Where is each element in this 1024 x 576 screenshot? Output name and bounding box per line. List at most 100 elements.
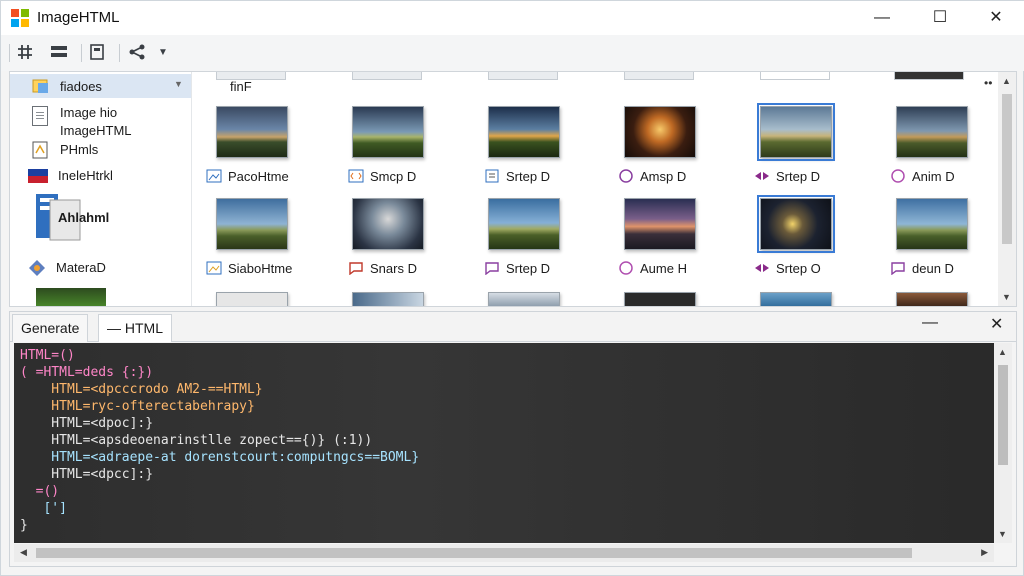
toolbar: ▼ <box>1 35 1024 71</box>
code-line: ( =HTML=deds {:}) <box>20 365 154 380</box>
thumbnail-caption[interactable]: PacoHtme <box>206 168 289 186</box>
chat-icon <box>349 262 363 275</box>
image-thumbnail[interactable] <box>624 292 696 306</box>
more-icon[interactable]: •• <box>984 76 992 90</box>
image-thumbnail[interactable] <box>896 292 968 306</box>
partial-thumbnail <box>488 72 558 80</box>
thumbnail-caption[interactable]: Srtep D <box>754 168 820 186</box>
scroll-up-icon[interactable]: ▲ <box>1002 76 1011 86</box>
code-line: HTML=ryc-ofterectabehrapy} <box>20 399 255 414</box>
scrollbar-thumb[interactable] <box>1002 94 1012 244</box>
code-icon <box>348 169 364 183</box>
thumbnail-caption[interactable]: Anim D <box>890 168 955 186</box>
thumbnail-caption[interactable]: Srtep D <box>484 168 550 186</box>
image-icon <box>206 261 222 275</box>
tree-item-imagehtml[interactable]: ImageHTML <box>10 122 191 140</box>
heart-icon <box>619 261 633 275</box>
horizontal-scrollbar[interactable]: ◀ ▶ <box>14 544 994 562</box>
folder-tree: fiadoes ▼ Image hio ImageHTML PHmls Inel… <box>10 72 192 306</box>
heart-icon <box>619 169 633 183</box>
image-thumbnail[interactable] <box>488 292 560 306</box>
grid-icon[interactable] <box>15 42 39 64</box>
image-thumbnail[interactable] <box>352 106 424 158</box>
app-window: ImageHTML — ☐ ✕ ▼ fiadoes ▼ Image hio Im… <box>0 0 1024 576</box>
tree-item-phmls[interactable]: PHmls <box>10 140 191 160</box>
panel-tabs: Generate — HTML — ✕ <box>10 312 1016 342</box>
image-thumbnail[interactable] <box>488 198 560 250</box>
output-panel: Generate — HTML — ✕ HTML=() ( =HTML=deds… <box>9 311 1017 567</box>
thumbnail-caption[interactable]: deun D <box>890 260 954 278</box>
thumbnail-grid: finF •• PacoHtme Smcp D Srtep D Amsp D S… <box>194 72 998 306</box>
thumbnail-caption[interactable]: Aume H <box>618 260 687 278</box>
minimize-button[interactable]: — <box>853 1 911 35</box>
tree-item-ahlahml[interactable]: Ahlahml <box>10 192 191 244</box>
page-icon[interactable] <box>87 42 111 64</box>
bow-icon <box>755 172 769 180</box>
tree-item-fiadoes[interactable]: fiadoes ▼ <box>10 74 191 98</box>
list-icon[interactable] <box>49 42 73 64</box>
maximize-button[interactable]: ☐ <box>911 1 969 35</box>
thumbnail-caption[interactable]: Amsp D <box>618 168 686 186</box>
title-bar: ImageHTML — ☐ ✕ <box>1 1 1024 35</box>
chat-icon <box>485 262 499 275</box>
image-thumbnail[interactable] <box>352 292 424 306</box>
window-title: ImageHTML <box>37 9 120 26</box>
chevron-down-icon: ▼ <box>174 79 183 89</box>
code-line: HTML=<dpcccrodo AM2-==HTML} <box>20 382 263 397</box>
image-thumbnail[interactable] <box>216 106 288 158</box>
image-thumbnail[interactable] <box>896 198 968 250</box>
code-vertical-scrollbar[interactable]: ▲ ▼ <box>994 343 1012 543</box>
code-line: HTML=<dpcc]:} <box>20 467 154 482</box>
app-logo-icon <box>11 9 29 27</box>
partial-caption: finF <box>230 79 252 94</box>
code-line: HTML=() <box>20 348 75 363</box>
tab-generate[interactable]: Generate <box>12 314 89 342</box>
tree-item-materad[interactable]: MateraD <box>10 258 191 278</box>
code-line: HTML=<apsdeoenarinstlle zopect=={)} (:1)… <box>20 433 373 448</box>
file-icon <box>485 169 499 183</box>
tree-item-image-hio[interactable]: Image hio <box>10 104 191 122</box>
code-line: } <box>20 518 28 533</box>
image-thumbnail[interactable] <box>760 292 832 306</box>
panel-close-button[interactable]: ✕ <box>990 314 1003 334</box>
tab-html[interactable]: — HTML <box>98 314 172 342</box>
image-thumbnail[interactable] <box>488 106 560 158</box>
scrollbar-thumb[interactable] <box>36 548 912 558</box>
scroll-left-icon[interactable]: ◀ <box>20 547 27 558</box>
image-thumbnail[interactable] <box>896 106 968 158</box>
vertical-scrollbar[interactable]: ▲ ▼ <box>998 72 1016 306</box>
scroll-up-icon[interactable]: ▲ <box>998 347 1007 357</box>
scroll-down-icon[interactable]: ▼ <box>998 529 1007 539</box>
panel-minimize-button[interactable]: — <box>922 314 938 332</box>
dropdown-icon[interactable]: ▼ <box>153 42 173 64</box>
thumbnail-caption[interactable]: Snars D <box>348 260 417 278</box>
code-line: HTML=<dpoc]:} <box>20 416 154 431</box>
partial-thumbnail <box>624 72 694 80</box>
close-button[interactable]: ✕ <box>967 1 1024 35</box>
tree-item-inelehtrkl[interactable]: IneleHtrkl <box>10 166 191 186</box>
scroll-down-icon[interactable]: ▼ <box>1002 292 1011 302</box>
scroll-right-icon[interactable]: ▶ <box>981 547 988 558</box>
thumbnail-caption[interactable]: Srtep D <box>484 260 550 278</box>
code-editor[interactable]: HTML=() ( =HTML=deds {:}) HTML=<dpcccrod… <box>14 343 994 543</box>
scrollbar-thumb[interactable] <box>998 365 1008 465</box>
heart-icon <box>891 169 905 183</box>
folder-thumbnail <box>36 288 106 306</box>
image-thumbnail[interactable] <box>216 198 288 250</box>
image-thumbnail[interactable] <box>757 103 835 161</box>
thumbnail-caption[interactable]: SiaboHtme <box>206 260 292 278</box>
image-thumbnail[interactable] <box>352 198 424 250</box>
thumbnail-caption[interactable]: Srtep O <box>754 260 821 278</box>
image-thumbnail[interactable] <box>624 198 696 250</box>
image-thumbnail[interactable] <box>216 292 288 306</box>
image-thumbnail[interactable] <box>624 106 696 158</box>
chat-icon <box>891 262 905 275</box>
code-line: ['] <box>20 501 67 516</box>
thumbnail-caption[interactable]: Smcp D <box>348 168 416 186</box>
image-thumbnail[interactable] <box>757 195 835 253</box>
partial-thumbnail <box>760 72 830 80</box>
file-browser: fiadoes ▼ Image hio ImageHTML PHmls Inel… <box>9 71 1017 307</box>
share-icon[interactable] <box>127 42 151 64</box>
partial-thumbnail <box>352 72 422 80</box>
partial-thumbnail <box>894 72 964 80</box>
